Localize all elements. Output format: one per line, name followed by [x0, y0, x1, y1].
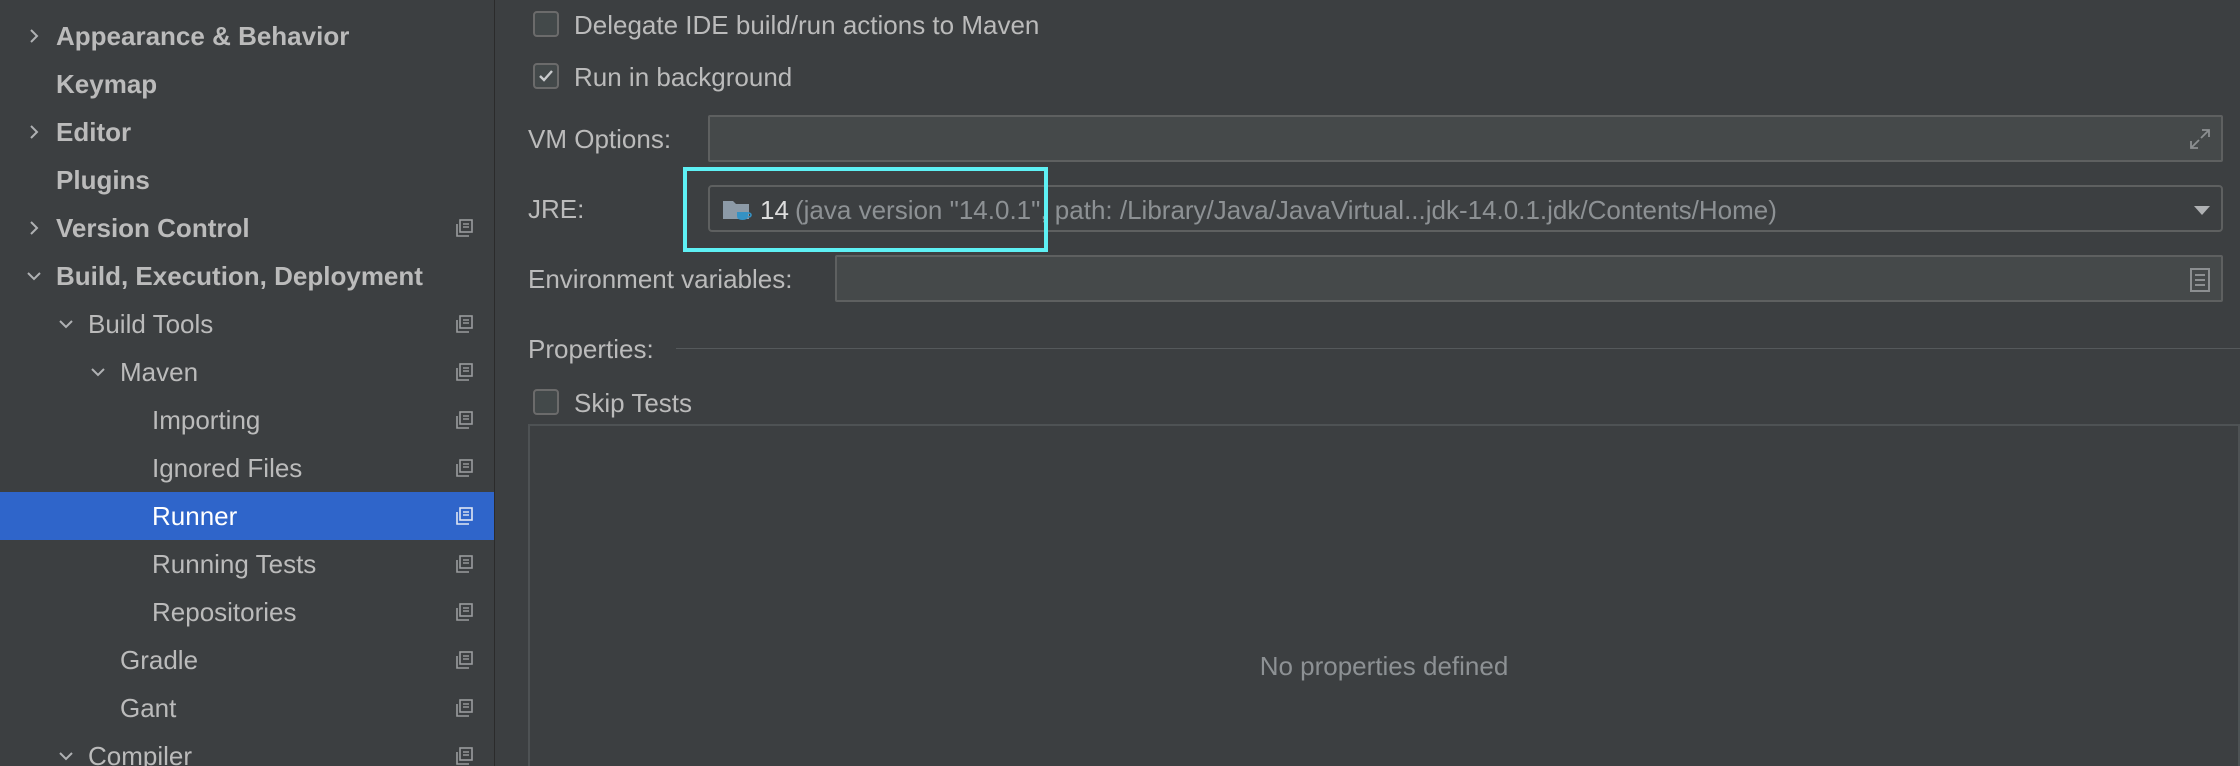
- sidebar-item-ignored-files[interactable]: Ignored Files: [0, 444, 494, 492]
- sidebar-item-label: Keymap: [56, 68, 158, 99]
- project-settings-icon: [456, 603, 473, 621]
- chevron-right-icon[interactable]: [22, 24, 46, 48]
- empty-properties-text: No properties defined: [1259, 651, 1509, 681]
- sidebar-item-runner[interactable]: Runner: [0, 492, 494, 540]
- dropdown-arrow-icon[interactable]: [2192, 203, 2212, 217]
- sidebar-item-gradle[interactable]: Gradle: [0, 636, 494, 684]
- sidebar-item-version-control[interactable]: Version Control: [0, 204, 494, 252]
- sidebar-item-gant[interactable]: Gant: [0, 684, 494, 732]
- project-settings-icon: [456, 219, 473, 237]
- browse-document-icon[interactable]: [2189, 267, 2211, 293]
- chevron-down-icon[interactable]: [22, 264, 46, 288]
- sidebar-item-label: Running Tests: [152, 548, 317, 579]
- settings-sidebar: Appearance & Behavior Keymap Editor Plug…: [0, 0, 495, 766]
- sidebar-item-label: Runner: [152, 500, 238, 531]
- sidebar-item-label: Version Control: [56, 212, 250, 243]
- properties-table[interactable]: No properties defined: [528, 424, 2240, 766]
- sidebar-item-label: Gant: [120, 692, 177, 723]
- project-settings-icon: [456, 411, 473, 429]
- jre-detail: (java version "14.0.1", path: /Library/J…: [795, 195, 1777, 225]
- expand-icon[interactable]: [2188, 127, 2212, 151]
- sidebar-item-label: Maven: [120, 356, 199, 387]
- project-settings-icon: [456, 651, 473, 669]
- project-settings-icon: [456, 507, 473, 525]
- project-settings-icon: [456, 555, 473, 573]
- chevron-down-icon[interactable]: [86, 360, 110, 384]
- sidebar-item-label: Editor: [56, 116, 132, 147]
- run-in-background-checkbox[interactable]: [533, 63, 559, 89]
- sidebar-item-running-tests[interactable]: Running Tests: [0, 540, 494, 588]
- project-settings-icon: [456, 363, 473, 381]
- chevron-right-icon[interactable]: [22, 120, 46, 144]
- sidebar-item-label: Build Tools: [88, 308, 214, 339]
- sidebar-item-label: Plugins: [56, 164, 150, 195]
- checkmark-icon: [539, 70, 553, 82]
- jre-select[interactable]: 14 (java version "14.0.1", path: /Librar…: [708, 185, 2223, 232]
- sidebar-item-editor[interactable]: Editor: [0, 108, 494, 156]
- run-in-background-label: Run in background: [574, 62, 793, 92]
- sidebar-item-build-tools[interactable]: Build Tools: [0, 300, 494, 348]
- sidebar-item-maven[interactable]: Maven: [0, 348, 494, 396]
- delegate-label: Delegate IDE build/run actions to Maven: [574, 10, 1040, 40]
- sidebar-item-repositories[interactable]: Repositories: [0, 588, 494, 636]
- sidebar-item-label: Importing: [152, 404, 261, 435]
- project-settings-icon: [456, 747, 473, 765]
- properties-separator: [676, 348, 2240, 349]
- runner-settings-panel: Delegate IDE build/run actions to Maven …: [495, 0, 2240, 766]
- jre-label: JRE:: [528, 194, 585, 224]
- environment-variables-field[interactable]: [835, 255, 2223, 302]
- sidebar-item-label: Ignored Files: [152, 452, 303, 483]
- skip-tests-checkbox[interactable]: [533, 389, 559, 415]
- sidebar-item-plugins[interactable]: Plugins: [0, 156, 494, 204]
- vm-options-label: VM Options:: [528, 124, 672, 154]
- chevron-down-icon[interactable]: [54, 312, 78, 336]
- vm-options-field[interactable]: [708, 115, 2223, 162]
- project-settings-icon: [456, 459, 473, 477]
- project-settings-icon: [456, 315, 473, 333]
- sidebar-item-compiler[interactable]: Compiler: [0, 732, 494, 766]
- sidebar-item-keymap[interactable]: Keymap: [0, 60, 494, 108]
- chevron-down-icon[interactable]: [54, 744, 78, 766]
- properties-label: Properties:: [528, 334, 654, 364]
- sidebar-item-build-execution-deployment[interactable]: Build, Execution, Deployment: [0, 252, 494, 300]
- jre-version: 14: [760, 195, 789, 225]
- environment-variables-label: Environment variables:: [528, 264, 793, 294]
- jdk-folder-icon: [723, 201, 752, 220]
- sidebar-item-label: Appearance & Behavior: [56, 20, 350, 51]
- chevron-right-icon[interactable]: [22, 216, 46, 240]
- sidebar-item-label: Compiler: [88, 740, 193, 766]
- sidebar-item-label: Repositories: [152, 596, 297, 627]
- sidebar-item-label: Gradle: [120, 644, 199, 675]
- skip-tests-label: Skip Tests: [574, 388, 693, 418]
- sidebar-item-label: Build, Execution, Deployment: [56, 260, 423, 291]
- sidebar-item-appearance-behavior[interactable]: Appearance & Behavior: [0, 12, 494, 60]
- delegate-checkbox[interactable]: [533, 11, 559, 37]
- project-settings-icon: [456, 699, 473, 717]
- sidebar-item-importing[interactable]: Importing: [0, 396, 494, 444]
